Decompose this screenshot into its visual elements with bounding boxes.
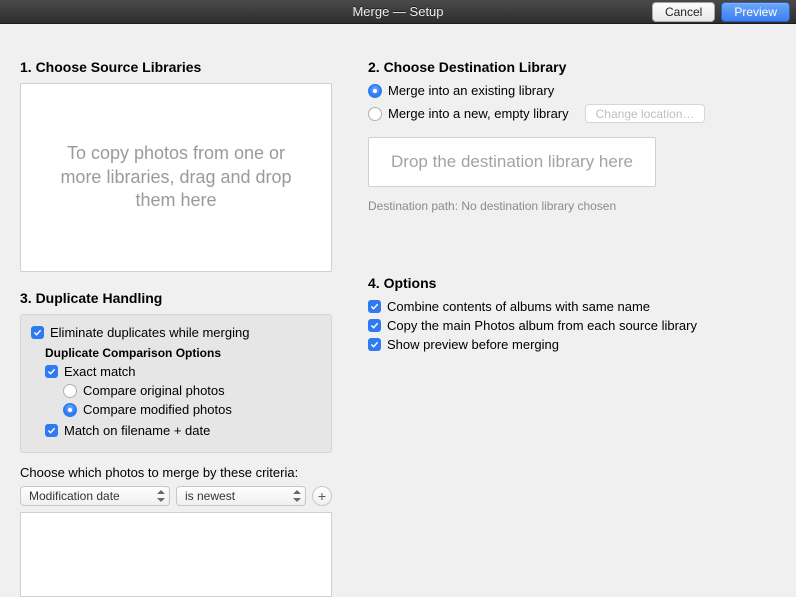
eliminate-checkbox[interactable] — [31, 326, 44, 339]
window-title: Merge — Setup — [352, 4, 443, 19]
compare-original-label: Compare original photos — [83, 383, 225, 398]
criteria-list[interactable] — [20, 512, 332, 597]
dest-new-label: Merge into a new, empty library — [388, 106, 569, 121]
show-preview-row[interactable]: Show preview before merging — [368, 337, 768, 352]
compare-modified-label: Compare modified photos — [83, 402, 232, 417]
show-preview-label: Show preview before merging — [387, 337, 559, 352]
updown-icon — [157, 490, 165, 502]
criteria-label: Choose which photos to merge by these cr… — [20, 465, 340, 480]
criteria-row: Modification date is newest + — [20, 486, 340, 506]
copy-main-row[interactable]: Copy the main Photos album from each sou… — [368, 318, 768, 333]
dest-new-row[interactable]: Merge into a new, empty library Change l… — [368, 104, 768, 123]
dest-dropzone[interactable]: Drop the destination library here — [368, 137, 656, 187]
compare-modified-radio[interactable] — [63, 403, 77, 417]
dest-heading: 2. Choose Destination Library — [368, 59, 768, 75]
copy-main-label: Copy the main Photos album from each sou… — [387, 318, 697, 333]
source-heading: 1. Choose Source Libraries — [20, 59, 340, 75]
options-group: Combine contents of albums with same nam… — [368, 299, 768, 352]
titlebar: Merge — Setup Cancel Preview — [0, 0, 796, 24]
criteria-op-select[interactable]: is newest — [176, 486, 306, 506]
match-filename-row[interactable]: Match on filename + date — [45, 423, 321, 438]
eliminate-row[interactable]: Eliminate duplicates while merging — [31, 325, 321, 340]
criteria-field-select[interactable]: Modification date — [20, 486, 170, 506]
change-location-button: Change location… — [585, 104, 706, 123]
combine-row[interactable]: Combine contents of albums with same nam… — [368, 299, 768, 314]
combine-label: Combine contents of albums with same nam… — [387, 299, 650, 314]
content: 1. Choose Source Libraries To copy photo… — [0, 24, 796, 592]
cancel-button[interactable]: Cancel — [652, 2, 715, 22]
compare-original-row[interactable]: Compare original photos — [63, 383, 321, 398]
right-column: 2. Choose Destination Library Merge into… — [368, 24, 768, 356]
eliminate-label: Eliminate duplicates while merging — [50, 325, 249, 340]
dest-new-radio[interactable] — [368, 107, 382, 121]
match-filename-checkbox[interactable] — [45, 424, 58, 437]
dest-path-label: Destination path: No destination library… — [368, 199, 768, 213]
compare-modified-row[interactable]: Compare modified photos — [63, 402, 321, 417]
exact-match-checkbox[interactable] — [45, 365, 58, 378]
source-dropzone-text: To copy photos from one or more librarie… — [21, 142, 331, 212]
compare-original-radio[interactable] — [63, 384, 77, 398]
add-criteria-button[interactable]: + — [312, 486, 332, 506]
match-filename-label: Match on filename + date — [64, 423, 210, 438]
preview-button[interactable]: Preview — [721, 2, 790, 22]
dest-existing-label: Merge into an existing library — [388, 83, 554, 98]
combine-checkbox[interactable] — [368, 300, 381, 313]
copy-main-checkbox[interactable] — [368, 319, 381, 332]
source-dropzone[interactable]: To copy photos from one or more librarie… — [20, 83, 332, 272]
dest-dropzone-text: Drop the destination library here — [391, 152, 633, 172]
dest-existing-radio[interactable] — [368, 84, 382, 98]
comparison-subtitle: Duplicate Comparison Options — [45, 346, 321, 360]
show-preview-checkbox[interactable] — [368, 338, 381, 351]
duplicate-heading: 3. Duplicate Handling — [20, 290, 340, 306]
options-heading: 4. Options — [368, 275, 768, 291]
updown-icon — [293, 490, 301, 502]
exact-match-label: Exact match — [64, 364, 136, 379]
dest-existing-row[interactable]: Merge into an existing library — [368, 83, 768, 98]
titlebar-actions: Cancel Preview — [652, 2, 790, 22]
left-column: 1. Choose Source Libraries To copy photo… — [20, 24, 340, 597]
duplicate-panel: Eliminate duplicates while merging Dupli… — [20, 314, 332, 453]
exact-match-row[interactable]: Exact match — [45, 364, 321, 379]
